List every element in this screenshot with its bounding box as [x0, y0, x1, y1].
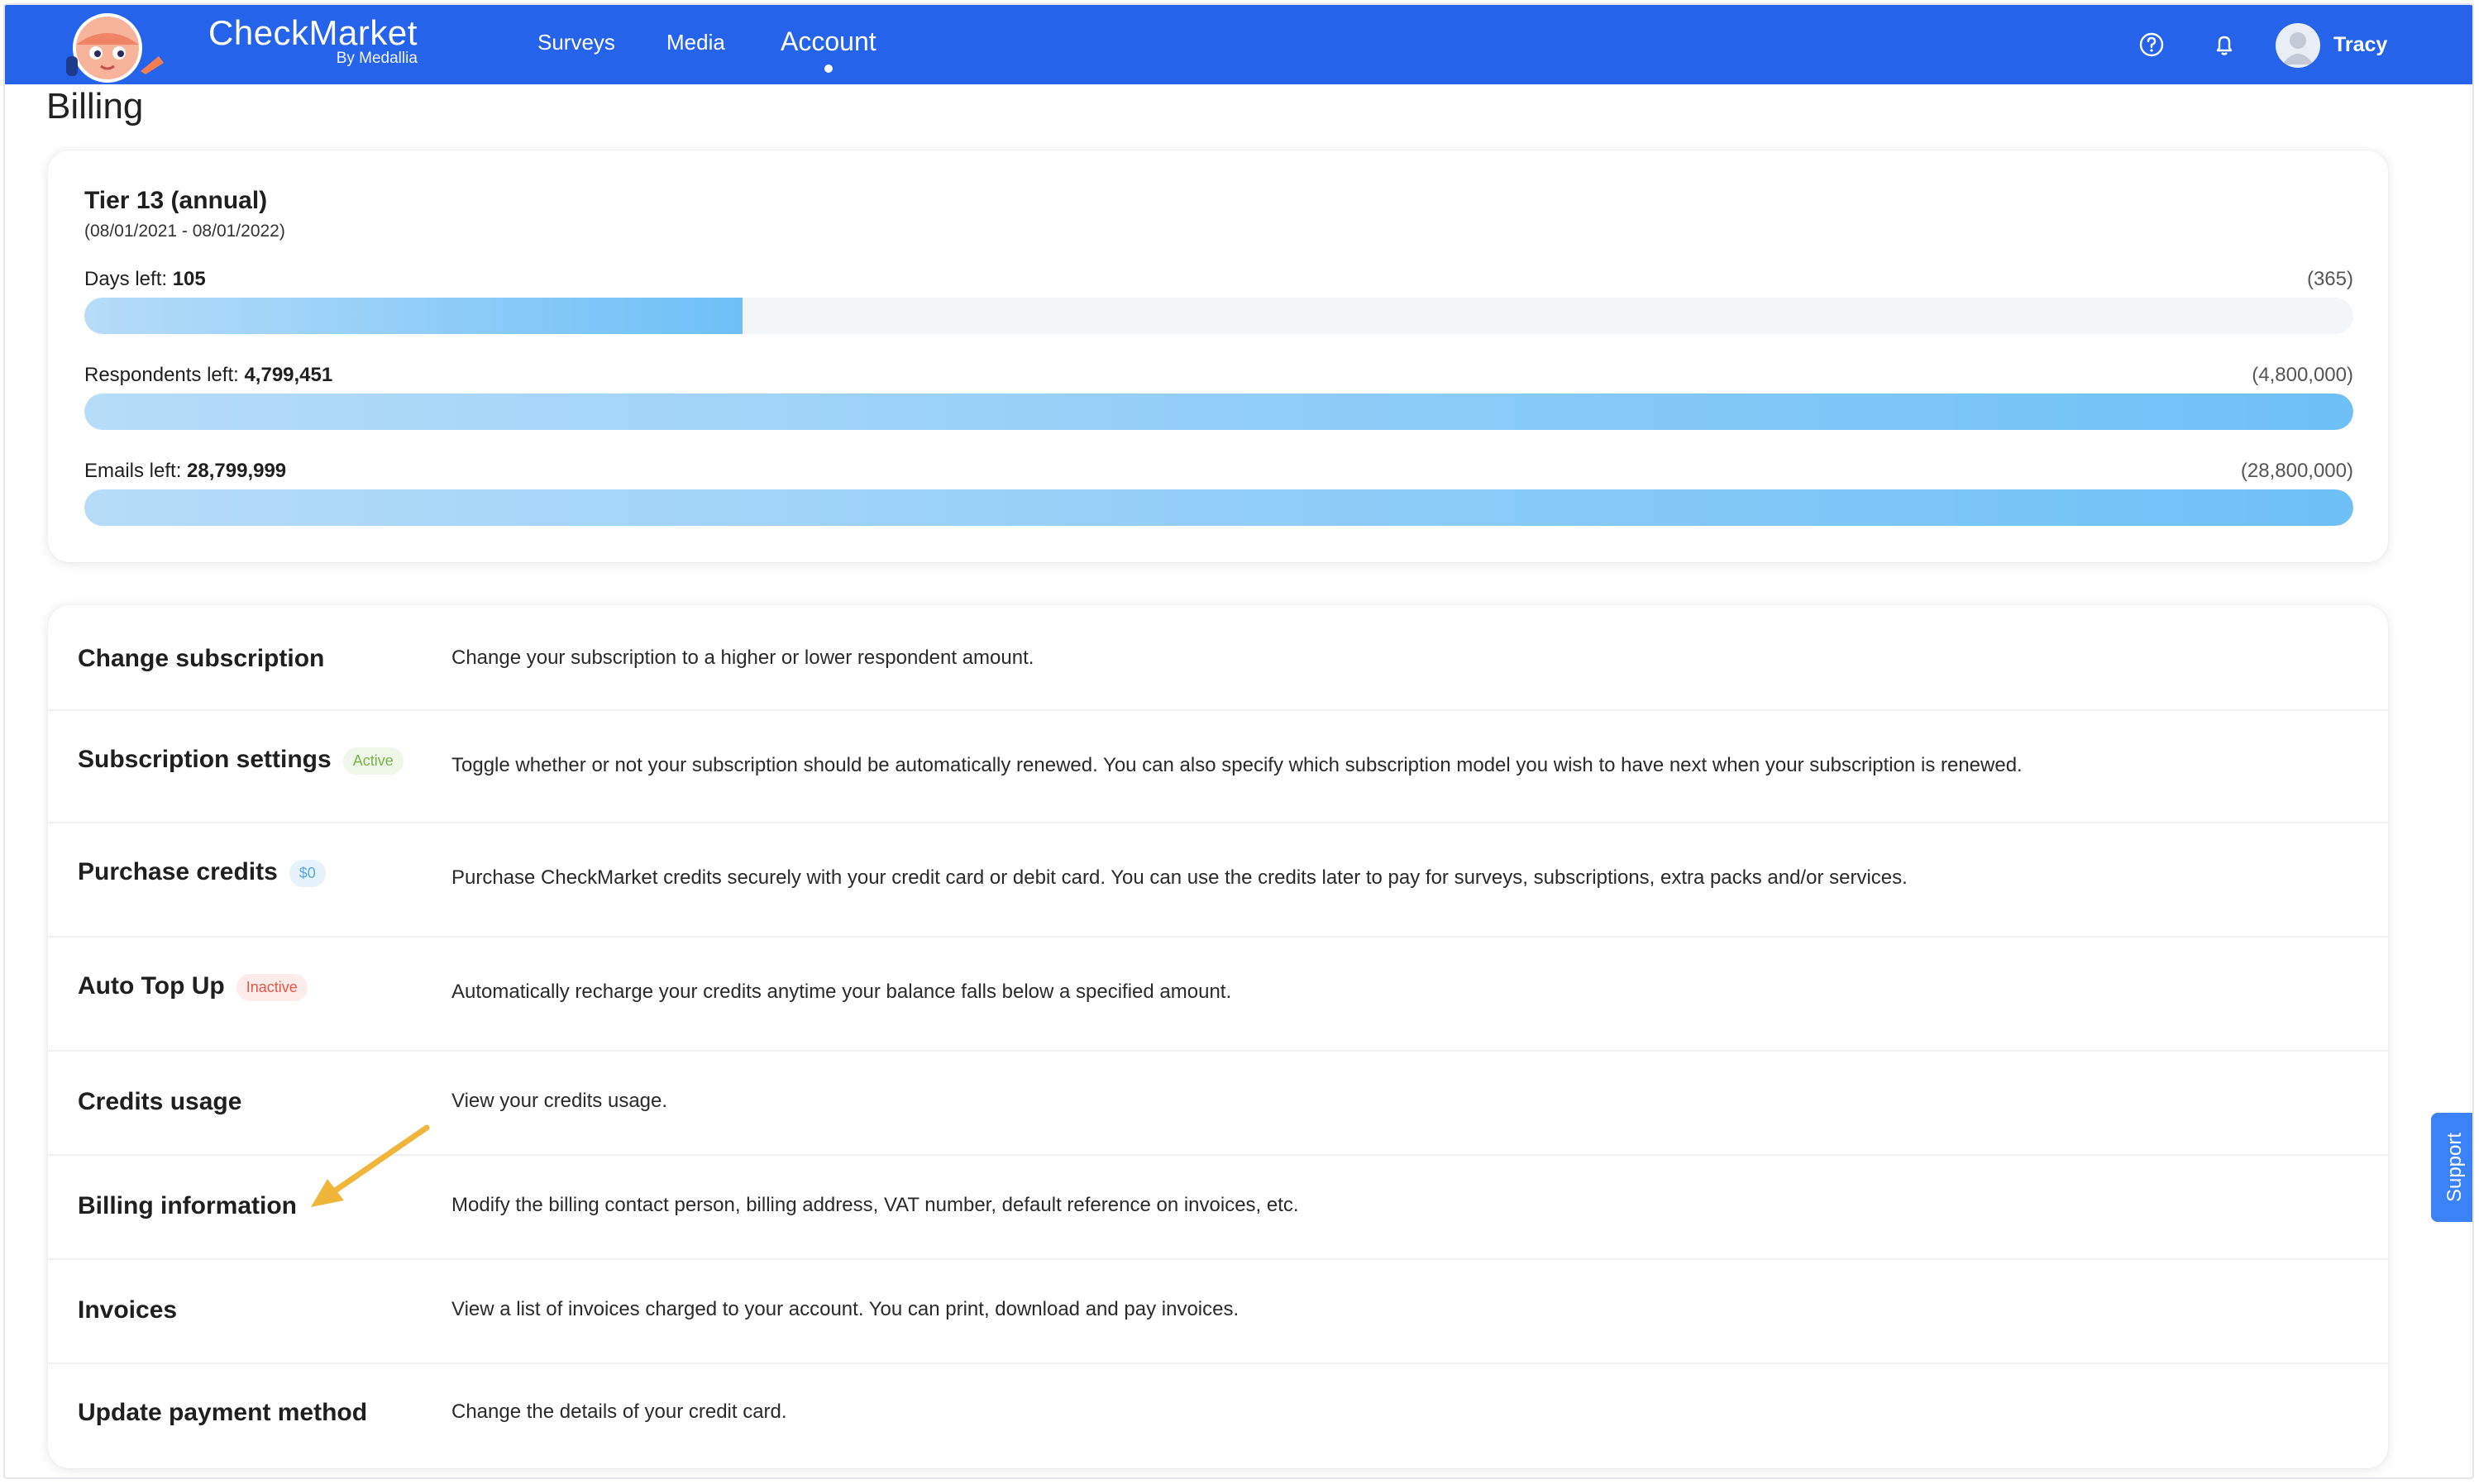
option-title[interactable]: Billing information: [78, 1192, 297, 1220]
top-bar: CheckMarket By Medallia Surveys Media Ac…: [5, 5, 2472, 84]
tier-dates: (08/01/2021 - 08/01/2022): [84, 222, 285, 241]
annotation-arrow-icon: [311, 1124, 430, 1207]
progress-track: [84, 489, 2353, 526]
meter-value: 4,799,451: [244, 364, 333, 386]
option-title[interactable]: Auto Top Up: [78, 972, 225, 1000]
progress-fill: [84, 489, 2353, 526]
meter-total: (28,800,000): [2240, 460, 2353, 482]
option-title[interactable]: Change subscription: [78, 645, 324, 673]
page-title: Billing: [46, 86, 144, 126]
meter-label: Respondents left: 4,799,451: [84, 364, 332, 387]
tier-card: Tier 13 (annual) (08/01/2021 - 08/01/202…: [48, 150, 2388, 562]
option-description: Automatically recharge your credits anyt…: [451, 981, 1232, 1003]
user-avatar-icon: [2282, 32, 2314, 64]
nav-media[interactable]: Media: [666, 30, 725, 55]
nav-account[interactable]: Account: [781, 26, 876, 73]
option-auto-top-up[interactable]: Auto Top Up Inactive Automatically rechar…: [48, 936, 2388, 1052]
option-title[interactable]: Subscription settings: [78, 746, 332, 773]
avatar[interactable]: [2276, 23, 2320, 68]
progress-fill: [84, 298, 743, 334]
support-tab[interactable]: Support: [2431, 1113, 2472, 1222]
nav-account-label: Account: [781, 26, 876, 56]
meter-label-text: Respondents left:: [84, 364, 245, 386]
option-change-subscription[interactable]: Change subscription Change your subscrip…: [48, 605, 2388, 711]
status-badge: Inactive: [236, 973, 308, 1001]
help-icon[interactable]: [2137, 30, 2166, 60]
option-description: Toggle whether or not your subscription …: [451, 754, 2023, 776]
option-title-wrap[interactable]: Subscription settings Active: [78, 746, 404, 775]
progress-fill: [84, 394, 2353, 430]
option-description: View your credits usage.: [451, 1090, 668, 1112]
nav-surveys[interactable]: Surveys: [537, 30, 615, 55]
meter-total: (365): [2306, 268, 2353, 290]
option-title[interactable]: Credits usage: [78, 1088, 241, 1116]
option-purchase-credits[interactable]: Purchase credits $0 Purchase CheckMarket …: [48, 822, 2388, 938]
brand-name: CheckMarket: [208, 13, 418, 52]
billing-options-card: Change subscription Change your subscrip…: [48, 605, 2388, 1468]
user-name[interactable]: Tracy: [2333, 33, 2387, 57]
option-title-wrap[interactable]: Purchase credits $0: [78, 858, 326, 887]
meter-label-text: Emails left:: [84, 460, 188, 482]
meter-label-text: Days left:: [84, 268, 173, 290]
app-window: CheckMarket By Medallia Surveys Media Ac…: [3, 3, 2474, 1479]
option-description: Change the details of your credit card.: [451, 1400, 787, 1423]
option-title[interactable]: Purchase credits: [78, 858, 278, 885]
option-update-payment-method[interactable]: Update payment method Change the details…: [48, 1362, 2388, 1468]
active-indicator: [824, 64, 833, 73]
meter-value: 105: [172, 268, 206, 290]
option-description: View a list of invoices charged to your …: [451, 1298, 1240, 1320]
option-title[interactable]: Update payment method: [78, 1399, 367, 1427]
meter-total: (4,800,000): [2252, 364, 2353, 386]
meter-label: Days left: 105: [84, 268, 206, 291]
option-description: Modify the billing contact person, billi…: [451, 1194, 1299, 1216]
progress-track: [84, 298, 2353, 334]
option-title-wrap[interactable]: Auto Top Up Inactive: [78, 972, 308, 1001]
brand[interactable]: CheckMarket By Medallia: [208, 13, 418, 68]
mascot-logo-icon[interactable]: [48, 5, 180, 84]
support-label: Support: [2443, 1132, 2466, 1203]
tier-title: Tier 13 (annual): [84, 187, 268, 214]
brand-subtitle: By Medallia: [336, 50, 418, 67]
balance-badge: $0: [289, 859, 326, 887]
option-subscription-settings[interactable]: Subscription settings Active Toggle wheth…: [48, 709, 2388, 823]
progress-track: [84, 394, 2353, 430]
meter-value: 28,799,999: [187, 460, 287, 482]
option-title[interactable]: Invoices: [78, 1296, 177, 1324]
option-description: Purchase CheckMarket credits securely wi…: [451, 866, 1908, 889]
option-invoices[interactable]: Invoices View a list of invoices charged…: [48, 1258, 2388, 1364]
option-description: Change your subscription to a higher or …: [451, 647, 1034, 669]
bell-icon[interactable]: [2209, 30, 2239, 60]
meter-label: Emails left: 28,799,999: [84, 460, 286, 483]
status-badge: Active: [342, 747, 404, 775]
